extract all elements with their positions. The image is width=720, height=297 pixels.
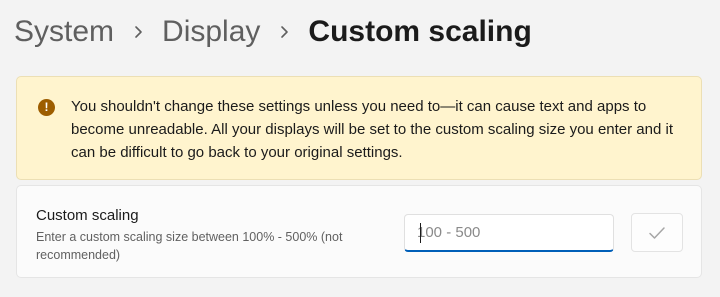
apply-button[interactable] — [631, 213, 683, 252]
custom-scaling-title: Custom scaling — [36, 207, 139, 224]
page-title: Custom scaling — [308, 15, 532, 48]
text-caret — [420, 223, 421, 243]
chevron-right-icon — [260, 10, 308, 54]
custom-scaling-description: Enter a custom scaling size between 100%… — [36, 230, 343, 262]
custom-scaling-card: Custom scaling Enter a custom scaling si… — [16, 185, 702, 278]
breadcrumb-item-display[interactable]: Display — [162, 10, 260, 54]
custom-scaling-input[interactable] — [404, 214, 614, 252]
breadcrumb-item-system[interactable]: System — [14, 10, 114, 54]
warning-message: You shouldn't change these settings unle… — [71, 98, 673, 161]
warning-infobar: ! You shouldn't change these settings un… — [16, 76, 702, 180]
breadcrumb: System Display Custom scaling — [14, 10, 532, 54]
warning-icon: ! — [38, 99, 55, 116]
checkmark-icon — [649, 226, 665, 239]
chevron-right-icon — [114, 10, 162, 54]
